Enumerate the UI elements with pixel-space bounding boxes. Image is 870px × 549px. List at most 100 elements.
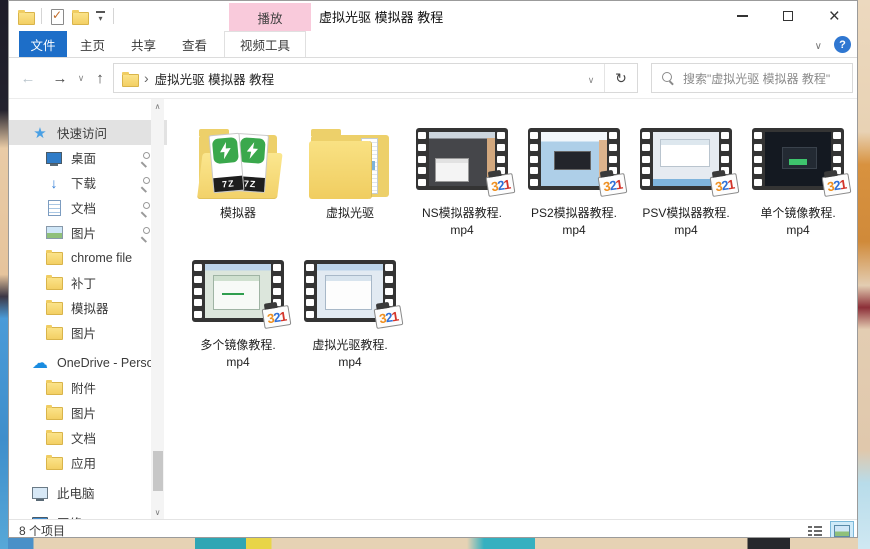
film-hole <box>418 156 426 163</box>
film-hole <box>721 132 729 139</box>
scroll-up-icon[interactable]: ∧ <box>151 99 164 113</box>
address-bar-controls <box>578 64 637 92</box>
file-item-PS2模拟器教程.[interactable]: 321PS2模拟器教程.mp4 <box>518 113 630 245</box>
sidebar-item-label: 图片 <box>71 403 96 422</box>
sidebar-item-补丁[interactable]: 补丁 <box>9 270 167 295</box>
film-hole <box>833 144 841 151</box>
film-hole <box>609 144 617 151</box>
sidebar-item-下载[interactable]: ↓ 下载 <box>9 170 167 195</box>
holes-left <box>530 131 539 187</box>
scrollbar-thumb[interactable] <box>153 451 163 491</box>
sidebar-item-label: 桌面 <box>71 148 96 167</box>
tab-文件[interactable]: 文件 <box>19 31 67 57</box>
thumbnail-window <box>213 275 260 310</box>
file-icon-zone: 7Z7Z <box>182 113 294 205</box>
film-hole <box>418 179 426 186</box>
download-icon: ↓ <box>45 174 63 191</box>
separator <box>41 8 42 24</box>
film-hole <box>306 299 314 306</box>
scroll-down-icon[interactable]: ∨ <box>151 505 164 519</box>
thumbnail-window <box>554 151 591 170</box>
film-hole <box>530 179 538 186</box>
maximize-button[interactable] <box>765 1 811 31</box>
chevron-right-icon[interactable] <box>144 70 149 86</box>
sidebar-item-OneDrive - Perso[interactable]: ☁OneDrive - Perso <box>9 350 167 375</box>
video-filmstrip-icon: 321 <box>304 260 396 322</box>
sidebar-item-图片[interactable]: 图片 <box>9 400 167 425</box>
maximize-icon <box>783 11 793 21</box>
thumbnail-view-button[interactable] <box>830 521 854 538</box>
help-button[interactable]: ? <box>834 36 851 53</box>
film-hole <box>497 132 505 139</box>
address-dropdown-button[interactable] <box>578 64 604 92</box>
film-hole <box>721 144 729 151</box>
archive-card-icon: 7Z <box>209 133 245 193</box>
holes-left <box>194 263 203 319</box>
desktop-icon <box>45 149 63 166</box>
file-item-虚拟光驱教程.[interactable]: 321虚拟光驱教程.mp4 <box>294 245 406 377</box>
minimize-button[interactable] <box>719 1 765 31</box>
video-filmstrip-icon: 321 <box>416 128 508 190</box>
sidebar-item-应用[interactable]: 应用 <box>9 450 167 475</box>
tab-查看[interactable]: 查看 <box>169 31 220 57</box>
details-view-icon <box>808 525 822 537</box>
expand-ribbon-chevron-icon[interactable] <box>815 37 822 52</box>
sidebar-item-label: 下载 <box>71 173 96 192</box>
document-icon <box>45 199 63 216</box>
new-folder-icon[interactable] <box>71 9 88 24</box>
file-item-PSV模拟器教程.[interactable]: 321PSV模拟器教程.mp4 <box>630 113 742 245</box>
folder-icon <box>45 429 63 446</box>
film-hole <box>385 288 393 295</box>
customize-toolbar-dropdown-icon[interactable] <box>95 10 106 22</box>
sidebar-item-桌面[interactable]: 桌面 <box>9 145 167 170</box>
film-hole <box>306 311 314 318</box>
film-hole <box>530 132 538 139</box>
sidebar-item-附件[interactable]: 附件 <box>9 375 167 400</box>
back-button[interactable] <box>13 58 43 99</box>
media-player-321-badge: 321 <box>262 305 292 329</box>
sidebar-item-图片[interactable]: 图片 <box>9 220 167 245</box>
thumbnail-window <box>660 139 710 167</box>
tab-主页[interactable]: 主页 <box>67 31 118 57</box>
breadcrumb-segment[interactable]: 虚拟光驱 模拟器 教程 <box>155 69 274 88</box>
film-hole <box>642 132 650 139</box>
desktop-wallpaper-right <box>858 0 870 549</box>
sidebar-item-文档[interactable]: 文档 <box>9 195 167 220</box>
address-bar[interactable]: 虚拟光驱 模拟器 教程 <box>113 63 638 93</box>
film-hole <box>418 167 426 174</box>
media-player-321-badge: 321 <box>598 173 628 197</box>
contextual-tab-play[interactable]: 播放 <box>229 3 311 31</box>
sidebar-item-此电脑[interactable]: 此电脑 <box>9 480 167 505</box>
details-view-button[interactable] <box>803 521 827 538</box>
file-item-模拟器[interactable]: 7Z7Z模拟器 <box>182 113 294 245</box>
file-item-虚拟光驱[interactable]: 虚拟光驱 <box>294 113 406 245</box>
file-name: 模拟器 <box>220 205 256 222</box>
refresh-button[interactable] <box>605 64 637 92</box>
navigation-pane: ★快速访问桌面↓下载文档图片chrome file补丁模拟器图片☁OneDriv… <box>9 99 167 519</box>
sidebar-scrollbar[interactable]: ∧ ∨ <box>151 99 164 519</box>
close-button[interactable] <box>811 1 857 31</box>
sidebar-item-模拟器[interactable]: 模拟器 <box>9 295 167 320</box>
file-item-单个镜像教程.[interactable]: 321单个镜像教程.mp4 <box>742 113 854 245</box>
search-box[interactable]: 搜索"虚拟光驱 模拟器 教程" <box>651 63 853 93</box>
sidebar-item-网络[interactable]: 网络 <box>9 510 167 519</box>
properties-icon[interactable] <box>49 8 64 24</box>
window-controls <box>719 1 857 31</box>
film-hole <box>497 144 505 151</box>
file-item-多个镜像教程.[interactable]: 321多个镜像教程.mp4 <box>182 245 294 377</box>
ribbon-tabs: 文件主页共享查看视频工具 <box>19 31 306 57</box>
sidebar-item-快速访问[interactable]: ★快速访问 <box>9 120 167 145</box>
file-extension: mp4 <box>786 222 809 239</box>
holes-left <box>642 131 651 187</box>
separator <box>113 8 114 24</box>
file-item-NS模拟器教程.[interactable]: 321NS模拟器教程.mp4 <box>406 113 518 245</box>
forward-button[interactable] <box>45 58 75 99</box>
up-button[interactable] <box>87 58 113 99</box>
film-hole <box>194 299 202 306</box>
tab-视频工具[interactable]: 视频工具 <box>224 31 306 57</box>
sidebar-item-文档[interactable]: 文档 <box>9 425 167 450</box>
tab-共享[interactable]: 共享 <box>118 31 169 57</box>
file-icon-zone: 321 <box>518 113 630 205</box>
sidebar-item-chrome file[interactable]: chrome file <box>9 245 167 270</box>
sidebar-item-图片[interactable]: 图片 <box>9 320 167 345</box>
